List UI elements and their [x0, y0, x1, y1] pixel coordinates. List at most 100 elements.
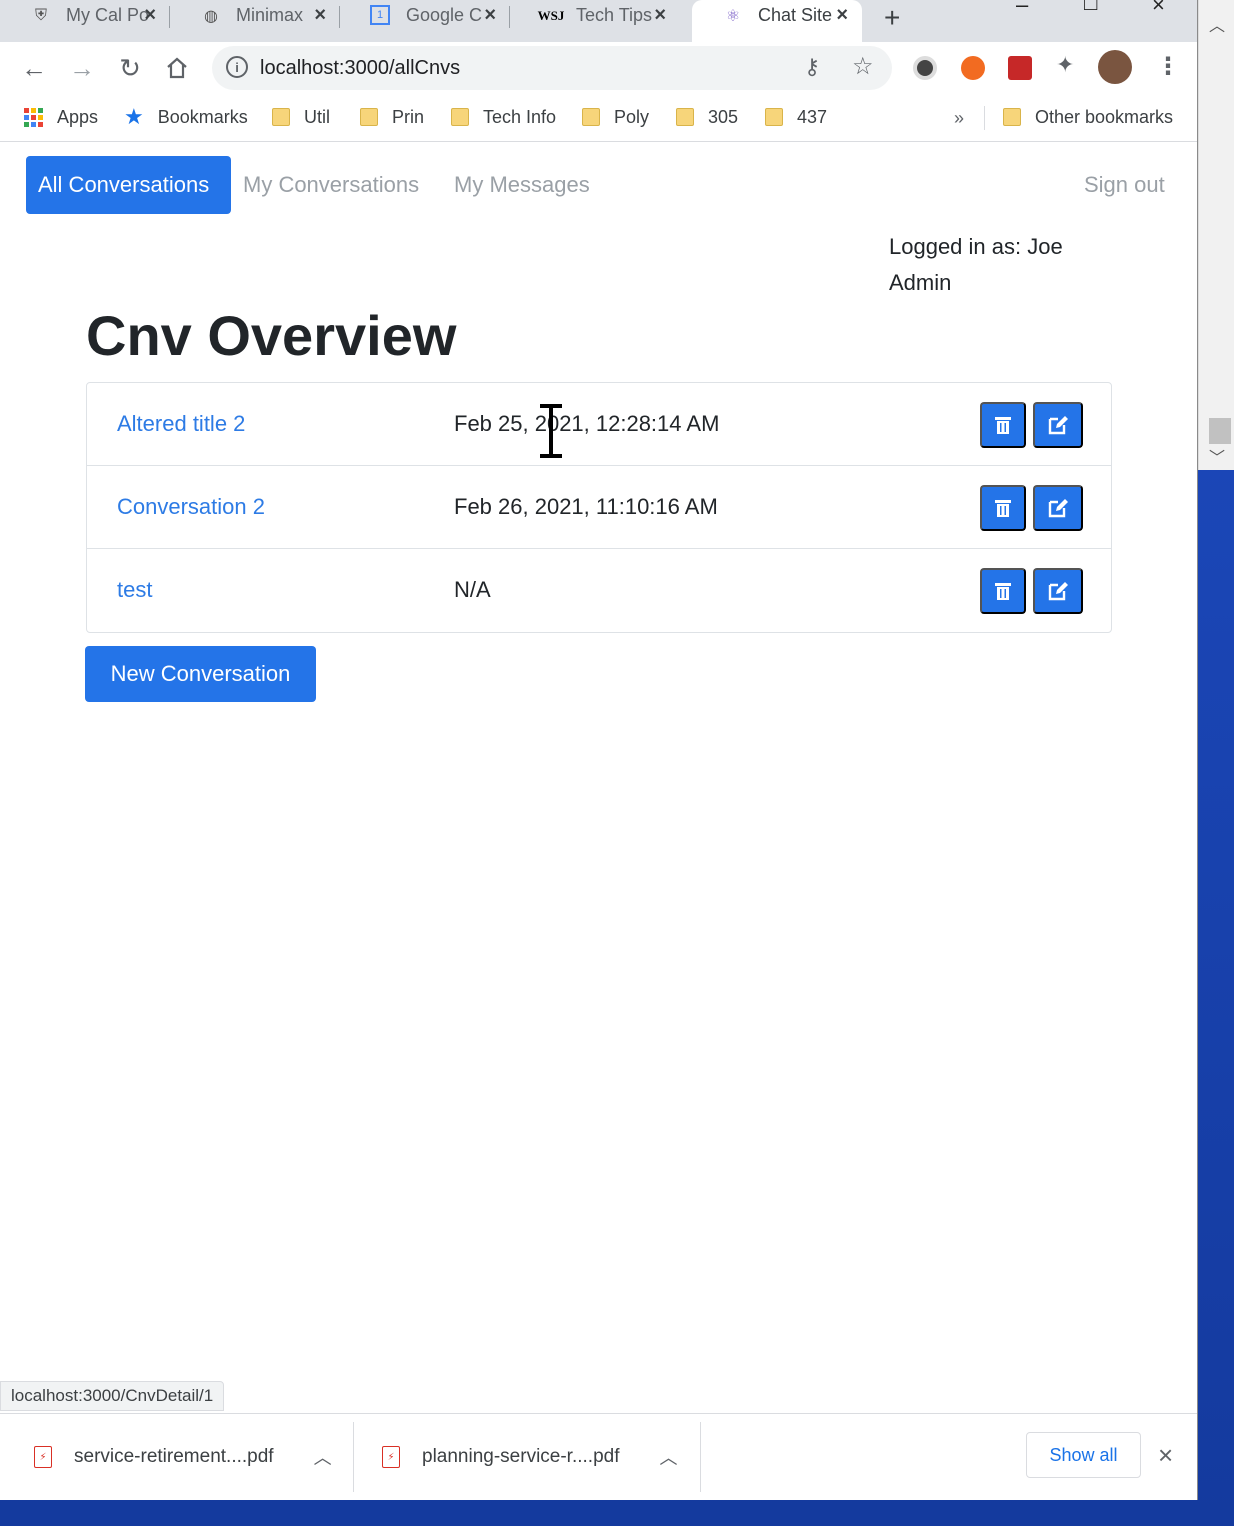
extension-circle-icon[interactable] [913, 56, 937, 80]
edit-icon [1048, 582, 1068, 601]
bookmark-folder-437[interactable]: 437 [765, 104, 827, 130]
new-conversation-button[interactable]: New Conversation [85, 646, 316, 702]
minimize-icon[interactable]: – [1016, 0, 1028, 18]
bookmark-apps[interactable]: Apps [24, 104, 98, 130]
close-icon[interactable]: × [654, 4, 666, 27]
delete-button[interactable] [980, 402, 1026, 448]
chevron-up-icon[interactable]: ︿ [314, 1444, 332, 1470]
tab-title: My Cal Po [66, 5, 150, 25]
logged-in-name: Admin [889, 270, 952, 295]
folder-icon [1003, 108, 1021, 126]
edit-icon [1048, 499, 1068, 518]
scroll-up-icon[interactable]: ︿ [1209, 12, 1225, 36]
conversation-link[interactable]: Conversation 2 [117, 494, 265, 520]
new-tab-icon[interactable]: + [884, 2, 900, 34]
folder-icon [676, 108, 694, 126]
bookmark-folder-305[interactable]: 305 [676, 104, 738, 130]
pdf-icon: ⚡ [382, 1446, 400, 1468]
list-item: Altered title 2 Feb 25, 2021, 12:28:14 A… [87, 383, 1111, 466]
shield-icon: ⛨ [34, 7, 47, 24]
address-bar[interactable]: i localhost:3000/allCnvs ⚷ ☆ [212, 46, 892, 90]
trash-icon [995, 417, 1011, 434]
tab-minimax[interactable]: ◍ Minimax × [170, 0, 340, 34]
nav-my-conversations[interactable]: My Conversations [231, 156, 431, 214]
tab-mycalpoly[interactable]: ⛨ My Cal Po × [0, 0, 170, 34]
puzzle-icon[interactable]: ✦ [1056, 52, 1080, 77]
bookmark-bookmarks[interactable]: ★ Bookmarks [124, 104, 248, 130]
folder-icon [272, 108, 290, 126]
bookmark-label: Bookmarks [157, 106, 248, 127]
tab-title: Tech Tips [576, 5, 653, 25]
edit-button[interactable] [1033, 568, 1083, 614]
scroll-thumb[interactable] [1209, 418, 1231, 444]
window-close-icon[interactable]: × [1152, 0, 1165, 18]
page-title: Cnv Overview [86, 304, 457, 367]
edit-button[interactable] [1033, 485, 1083, 531]
forward-icon[interactable]: → [66, 52, 98, 84]
close-icon[interactable]: × [144, 4, 156, 27]
edit-icon [1048, 416, 1068, 435]
close-icon[interactable]: × [1158, 1440, 1173, 1471]
scroll-down-icon[interactable]: ﹀ [1209, 444, 1225, 468]
tab-chat-site[interactable]: ⚛ Chat Site × [692, 0, 862, 42]
folder-icon [451, 108, 469, 126]
star-icon: ★ [124, 104, 144, 129]
nav-sign-out[interactable]: Sign out [1072, 156, 1177, 214]
pdf-icon: ⚡ [34, 1446, 52, 1468]
bookmark-label: Tech Info [483, 106, 557, 127]
extension-orange-icon[interactable] [961, 56, 985, 80]
nav-my-messages[interactable]: My Messages [442, 156, 602, 214]
delete-button[interactable] [980, 568, 1026, 614]
bookmark-star-icon[interactable]: ☆ [852, 52, 874, 81]
key-icon[interactable]: ⚷ [804, 54, 820, 80]
home-icon[interactable] [161, 52, 193, 84]
globe-icon: ◍ [204, 8, 218, 25]
url-text[interactable]: localhost:3000/allCnvs [260, 57, 460, 80]
tab-title: Minimax [236, 5, 304, 25]
close-icon[interactable]: × [836, 4, 848, 27]
back-icon[interactable]: ← [18, 52, 50, 84]
reload-icon[interactable]: ↻ [114, 52, 146, 84]
maximize-icon[interactable]: □ [1084, 0, 1097, 16]
scrollbar[interactable]: ︿ ﹀ [1198, 0, 1234, 470]
bookmark-label: Apps [57, 106, 99, 127]
avatar[interactable] [1098, 50, 1132, 84]
extension-red-icon[interactable] [1008, 56, 1032, 80]
bookmark-folder-prin[interactable]: Prin [360, 104, 424, 130]
bookmark-folder-tech-info[interactable]: Tech Info [451, 104, 556, 130]
conversation-link[interactable]: Altered title 2 [117, 411, 245, 437]
show-all-button[interactable]: Show all [1026, 1432, 1141, 1478]
delete-button[interactable] [980, 485, 1026, 531]
close-icon[interactable]: × [314, 4, 326, 27]
bookmark-other[interactable]: Other bookmarks [1003, 104, 1173, 130]
conversation-link[interactable]: test [117, 577, 152, 603]
tab-strip: ⛨ My Cal Po × ◍ Minimax × 1 Google C × W… [0, 0, 1197, 42]
bookmarks-bar: Apps ★ Bookmarks Util Prin Tech Info Pol… [0, 94, 1197, 142]
download-item[interactable]: ⚡ planning-service-r....pdf ︿ [382, 1414, 678, 1500]
trash-icon [995, 583, 1011, 600]
bookmark-folder-poly[interactable]: Poly [582, 104, 649, 130]
bookmark-folder-util[interactable]: Util [272, 104, 330, 130]
tab-title: Google C [406, 5, 483, 25]
conversation-date: N/A [454, 577, 491, 602]
edit-button[interactable] [1033, 402, 1083, 448]
bookmarks-overflow-icon[interactable]: » [954, 108, 964, 129]
chevron-up-icon[interactable]: ︿ [660, 1444, 678, 1470]
calendar-icon: 1 [370, 5, 390, 25]
react-icon: ⚛ [725, 8, 741, 25]
menu-dots-icon[interactable]: ⋮ [1156, 52, 1180, 81]
download-item[interactable]: ⚡ service-retirement....pdf ︿ [34, 1414, 332, 1500]
bookmark-label: 305 [708, 106, 739, 127]
tab-google-calendar[interactable]: 1 Google C × [340, 0, 510, 34]
folder-icon [582, 108, 600, 126]
close-icon[interactable]: × [484, 4, 496, 27]
nav-all-conversations[interactable]: All Conversations [26, 156, 231, 214]
page-content: All Conversations My Conversations My Me… [0, 143, 1197, 1413]
bookmark-label: Util [304, 106, 330, 127]
logged-in-status: Logged in as: Joe Admin [889, 229, 1099, 301]
info-icon[interactable]: i [226, 56, 248, 78]
browser-window: ⛨ My Cal Po × ◍ Minimax × 1 Google C × W… [0, 0, 1198, 1500]
list-item: test N/A [87, 549, 1111, 632]
status-url: localhost:3000/CnvDetail/1 [0, 1381, 225, 1411]
tab-tech-tips[interactable]: WSJ Tech Tips × [510, 0, 680, 34]
